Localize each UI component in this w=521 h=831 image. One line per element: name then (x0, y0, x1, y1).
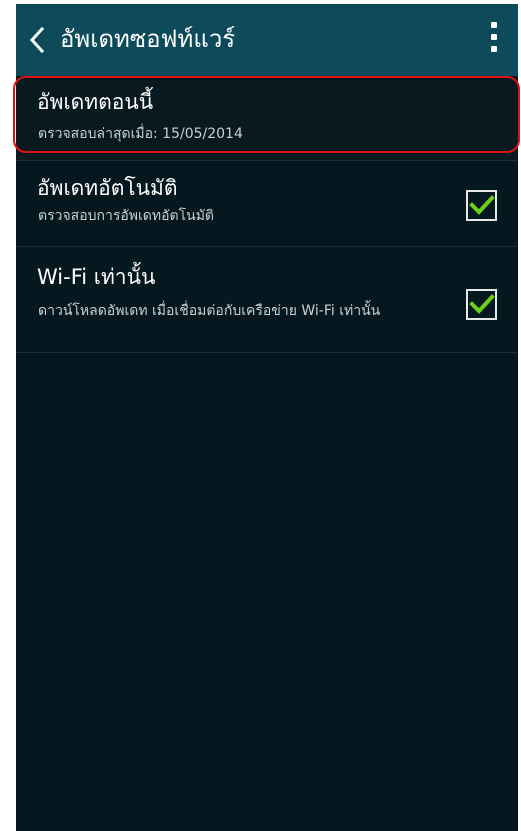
wifi-only-description: ดาวน์โหลดอัพเดท เมื่อเชื่อมต่อกับเครือข่… (38, 303, 381, 319)
auto-update-description: ตรวจสอบการอัพเดทอัตโนมัติ (38, 208, 215, 224)
chevron-left-icon[interactable] (26, 24, 48, 56)
overflow-dot (491, 34, 497, 40)
wifi-only-title: Wi-Fi เท่านั้น (37, 265, 156, 289)
overflow-dot (491, 22, 497, 28)
auto-update-item[interactable]: อัพเดทอัตโนมัติ ตรวจสอบการอัพเดทอัตโนมัต… (16, 161, 518, 247)
wifi-only-item[interactable]: Wi-Fi เท่านั้น ดาวน์โหลดอัพเดท เมื่อเชื่… (16, 247, 518, 353)
checkmark-icon (469, 195, 495, 215)
last-checked-text: ตรวจสอบล่าสุดเมื่อ: 15/05/2014 (38, 126, 243, 142)
overflow-menu-icon[interactable] (488, 22, 500, 60)
overflow-dot (491, 46, 497, 52)
phone-screen: อัพเดทซอฟท์แวร์ อัพเดทตอนนี้ ตรวจสอบล่าส… (16, 4, 518, 831)
page-title[interactable]: อัพเดทซอฟท์แวร์ (60, 21, 235, 57)
auto-update-checkbox[interactable] (466, 190, 497, 221)
checkmark-icon (469, 294, 495, 314)
auto-update-title: อัพเดทอัตโนมัติ (37, 176, 178, 200)
wifi-only-checkbox[interactable] (466, 289, 497, 320)
update-now-title: อัพเดทตอนนี้ (37, 90, 154, 114)
settings-list: อัพเดทตอนนี้ ตรวจสอบล่าสุดเมื่อ: 15/05/2… (16, 76, 518, 353)
update-now-item[interactable]: อัพเดทตอนนี้ ตรวจสอบล่าสุดเมื่อ: 15/05/2… (16, 76, 518, 161)
action-bar: อัพเดทซอฟท์แวร์ (16, 4, 518, 76)
